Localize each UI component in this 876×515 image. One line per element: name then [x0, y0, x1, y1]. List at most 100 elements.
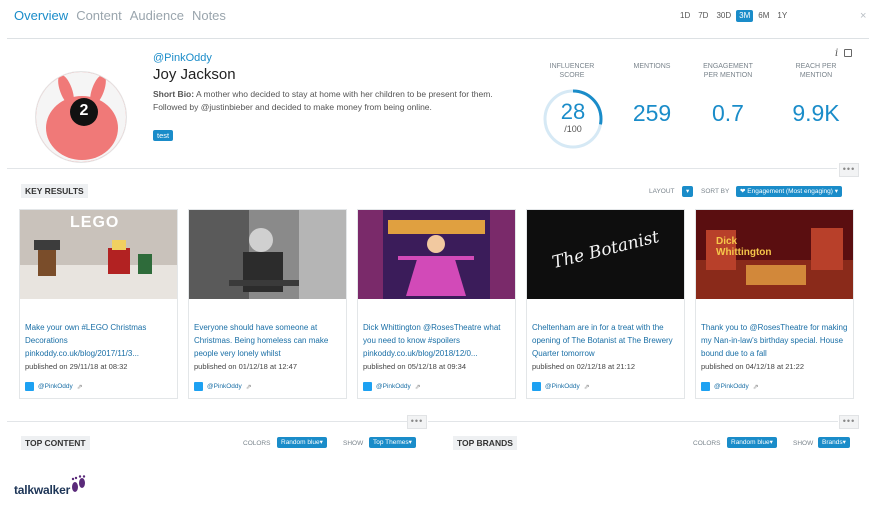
- card-thumbnail[interactable]: [189, 210, 346, 299]
- profile-handle[interactable]: @PinkOddy: [153, 52, 212, 64]
- influencer-score-value: 28: [560, 99, 586, 124]
- more-options-button[interactable]: •••: [407, 415, 427, 429]
- card-published: published on 04/12/18 at 21:22: [701, 362, 805, 371]
- key-results-title: KEY RESULTS: [21, 184, 88, 198]
- external-link-icon[interactable]: ⇗: [753, 383, 759, 391]
- mentions-label: MENTIONS: [633, 63, 671, 70]
- sort-value: Engagement (Most engaging): [747, 188, 833, 195]
- range-1y[interactable]: 1Y: [774, 10, 790, 22]
- card-footer: @PinkOddy ⇗: [701, 382, 759, 391]
- external-link-icon[interactable]: ⇗: [415, 383, 421, 391]
- footprint-logo-icon: [71, 475, 86, 492]
- time-range-selector: 1D 7D 30D 3M 6M 1Y: [677, 10, 790, 22]
- card-thumb-text: Dick Whittington: [716, 236, 772, 258]
- top-brands-show-dropdown[interactable]: Brands▾: [818, 437, 850, 448]
- profile-divider: [7, 168, 837, 169]
- card-published: published on 05/12/18 at 09:34: [363, 362, 467, 371]
- card-caption[interactable]: Dick Whittington @RosesTheatre what you …: [363, 321, 513, 360]
- influencer-score-label: INFLUENCER SCORE: [549, 63, 595, 79]
- engagement-value: 0.7: [712, 100, 744, 126]
- card-thumbnail[interactable]: Dick Whittington: [696, 210, 853, 299]
- top-content-colors-label: COLORS: [243, 440, 271, 447]
- key-results-divider-left: [7, 421, 407, 422]
- top-brands-colors-value: Random blue: [731, 439, 770, 446]
- card-author[interactable]: @PinkOddy: [714, 383, 749, 390]
- more-options-button[interactable]: •••: [839, 415, 859, 429]
- card-footer: @PinkOddy ⇗: [194, 382, 252, 391]
- external-link-icon[interactable]: ⇗: [246, 383, 252, 391]
- result-card[interactable]: The Botanist Cheltenham are in for a tre…: [526, 209, 685, 399]
- mentions-value: 259: [632, 100, 672, 126]
- top-content-title: TOP CONTENT: [21, 436, 90, 450]
- twitter-icon: [194, 382, 203, 391]
- card-author[interactable]: @PinkOddy: [38, 383, 73, 390]
- sort-dropdown[interactable]: ❤ Engagement (Most engaging) ▾: [736, 186, 842, 197]
- card-footer: @PinkOddy ⇗: [363, 382, 421, 391]
- range-7d[interactable]: 7D: [695, 10, 711, 22]
- top-brands-title: TOP BRANDS: [453, 436, 517, 450]
- card-footer: @PinkOddy ⇗: [532, 382, 590, 391]
- influencer-score-max: /100: [564, 124, 582, 134]
- card-published: published on 02/12/18 at 21:12: [532, 362, 636, 371]
- card-caption[interactable]: Cheltenham are in for a treat with the o…: [532, 321, 682, 360]
- card-footer: @PinkOddy ⇗: [25, 382, 83, 391]
- profile-bio: Short Bio: A mother who decided to stay …: [153, 88, 513, 114]
- external-link-icon[interactable]: ⇗: [584, 383, 590, 391]
- profile-tag[interactable]: test: [153, 130, 174, 141]
- card-thumbnail[interactable]: [358, 210, 515, 299]
- close-icon[interactable]: ×: [860, 10, 866, 22]
- save-icon[interactable]: [844, 49, 852, 57]
- card-author[interactable]: @PinkOddy: [545, 383, 580, 390]
- result-card[interactable]: Dick Whittington Thank you to @RosesThea…: [695, 209, 854, 399]
- reach-value: 9.9K: [792, 100, 840, 126]
- twitter-icon: [701, 382, 710, 391]
- result-card[interactable]: Everyone should have someone at Christma…: [188, 209, 347, 399]
- homeless-man-image: [189, 210, 346, 299]
- reach-label: REACH PER MENTION: [795, 63, 837, 79]
- top-content-show-dropdown[interactable]: Top Themes▾: [369, 437, 416, 448]
- tab-overview[interactable]: Overview: [14, 8, 68, 23]
- top-brands-colors-label: COLORS: [693, 440, 721, 447]
- card-caption[interactable]: Everyone should have someone at Christma…: [194, 321, 344, 360]
- top-nav: Overview Content Audience Notes 1D 7D 30…: [0, 0, 876, 34]
- range-1d[interactable]: 1D: [677, 10, 693, 22]
- card-author[interactable]: @PinkOddy: [376, 383, 411, 390]
- top-content-show-label: SHOW: [343, 440, 364, 447]
- range-6m[interactable]: 6M: [755, 10, 772, 22]
- tab-notes[interactable]: Notes: [192, 8, 226, 23]
- card-caption[interactable]: Thank you to @RosesTheatre for making my…: [701, 321, 851, 360]
- engagement-label: ENGAGEMENT PER MENTION: [703, 63, 753, 79]
- card-published: published on 01/12/18 at 12:47: [194, 362, 298, 371]
- view-tabs: Overview Content Audience Notes: [14, 8, 226, 23]
- layout-dropdown[interactable]: ▾: [682, 186, 694, 197]
- tab-content[interactable]: Content: [76, 8, 122, 23]
- range-3m[interactable]: 3M: [736, 10, 754, 22]
- avatar-badge-number: 2: [79, 102, 89, 119]
- external-link-icon[interactable]: ⇗: [77, 383, 83, 391]
- bio-text: A mother who decided to stay at home wit…: [153, 89, 493, 112]
- card-author[interactable]: @PinkOddy: [207, 383, 242, 390]
- twitter-icon: [532, 382, 541, 391]
- result-card[interactable]: Dick Whittington @RosesTheatre what you …: [357, 209, 516, 399]
- card-thumb-text: LEGO: [70, 214, 120, 231]
- profile-name: Joy Jackson: [153, 66, 236, 83]
- top-brands-colors-dropdown[interactable]: Random blue▾: [727, 437, 777, 448]
- nav-divider: [7, 38, 869, 39]
- card-thumbnail[interactable]: The Botanist: [527, 210, 684, 299]
- key-results-divider-right: [428, 421, 838, 422]
- range-30d[interactable]: 30D: [713, 10, 734, 22]
- twitter-icon: [363, 382, 372, 391]
- result-card[interactable]: LEGO Make your own #LEGO Christmas Decor…: [19, 209, 178, 399]
- more-options-button[interactable]: •••: [839, 163, 859, 177]
- info-icon[interactable]: i: [835, 48, 838, 59]
- card-published: published on 29/11/18 at 08:32: [25, 362, 128, 371]
- tab-audience[interactable]: Audience: [130, 8, 184, 23]
- layout-label: LAYOUT: [649, 188, 675, 195]
- card-caption[interactable]: Make your own #LEGO Christmas Decoration…: [25, 321, 175, 360]
- twitter-icon: [25, 382, 34, 391]
- pantomime-stage-image: [358, 210, 515, 299]
- top-brands-show-value: Brands: [822, 439, 843, 446]
- card-thumbnail[interactable]: LEGO: [20, 210, 177, 299]
- avatar: 2: [35, 71, 127, 163]
- top-content-colors-dropdown[interactable]: Random blue▾: [277, 437, 327, 448]
